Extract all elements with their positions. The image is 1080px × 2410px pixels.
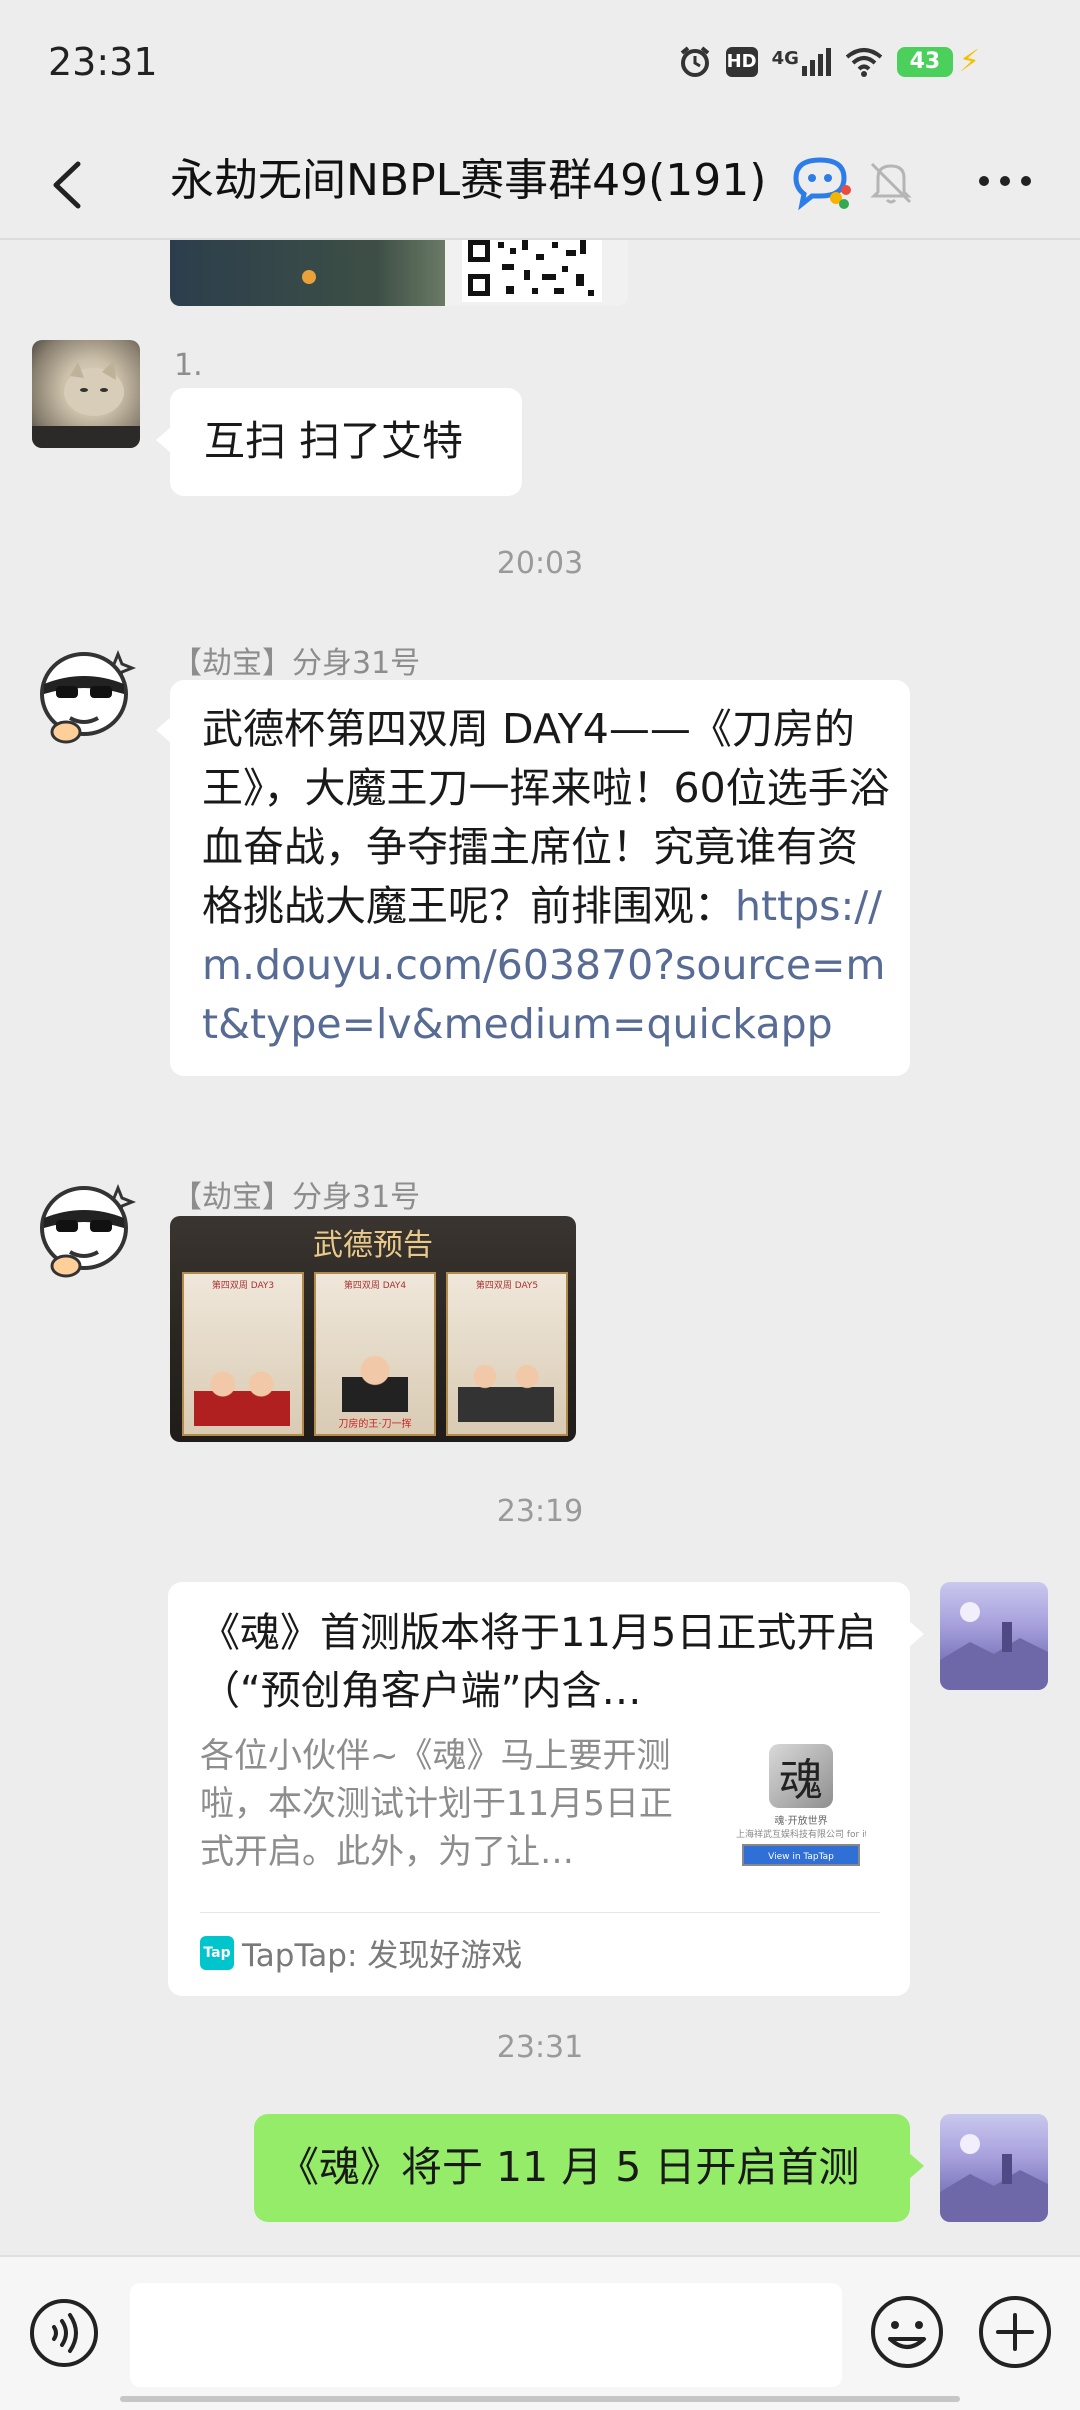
- card-description: 各位小伙伴~《魂》马上要开测啦，本次测试计划于11月5日正式开启。此外，为了让…: [200, 1736, 673, 1872]
- timestamp: 23:31: [496, 2030, 584, 2065]
- card-source: Tap TapTap: 发现好游戏: [200, 1930, 522, 1975]
- card-title: 《魂》首测版本将于11月5日正式开启（“预创角客户端”内含…: [200, 1610, 877, 1714]
- avatar-cat[interactable]: [32, 340, 140, 448]
- avatar-self[interactable]: [940, 2114, 1048, 2222]
- chat-header: 永劫无间NBPL赛事群49(191): [0, 130, 1080, 240]
- poster-title: 武德预告: [313, 1228, 433, 1263]
- message-bubble[interactable]: 互扫 扫了艾特: [156, 388, 522, 496]
- wifi-icon: [845, 47, 883, 77]
- battery-icon: 43: [896, 46, 953, 77]
- status-bar: 23:31 HD 4G 43 ⚡: [0, 0, 1080, 130]
- poster-panel: 第四双周 DAY3: [182, 1272, 304, 1436]
- message-list[interactable]: 1. 互扫 扫了艾特 20:03 【劫宝】分身31号 武德杯第四双周 DAY4—…: [0, 240, 1080, 2255]
- charging-icon: ⚡: [958, 44, 980, 79]
- input-bar: [0, 2255, 1080, 2410]
- qr-code-image: [462, 240, 602, 302]
- sender-name: 【劫宝】分身31号: [172, 1180, 421, 1215]
- message-text: 《魂》将于 11 月 5 日开启首测: [278, 2143, 860, 2191]
- card-source-label: TapTap: 发现好游戏: [242, 1938, 523, 1974]
- more-icon[interactable]: [970, 148, 1040, 214]
- voice-icon[interactable]: [28, 2297, 100, 2369]
- message-input[interactable]: [130, 2283, 842, 2387]
- status-time: 23:31: [48, 40, 158, 84]
- alarm-icon: [680, 45, 709, 77]
- sender-name: 【劫宝】分身31号: [172, 646, 421, 681]
- chat-title[interactable]: 永劫无间NBPL赛事群49(191): [170, 148, 766, 214]
- timestamp: 20:03: [496, 546, 584, 581]
- cellular-icon: 4G: [772, 47, 831, 76]
- hd-icon: HD: [725, 46, 758, 77]
- message-text: 互扫 扫了艾特: [204, 417, 464, 465]
- poster-panel: 第四双周 DAY4 刀房的王·刀一挥: [314, 1272, 436, 1436]
- plus-icon[interactable]: [976, 2293, 1054, 2371]
- poster-image-message[interactable]: 武德预告 第四双周 DAY3 第四双周 DAY4 刀房的王·刀一挥 第四双周 D…: [170, 1216, 576, 1442]
- emoji-icon[interactable]: [868, 2293, 946, 2371]
- message-bubble-self[interactable]: 《魂》将于 11 月 5 日开启首测: [254, 2114, 924, 2222]
- avatar-self[interactable]: [940, 1582, 1048, 1690]
- timestamp: 23:19: [496, 1494, 584, 1529]
- avatar-jiebao[interactable]: [32, 640, 140, 748]
- poster-panel: 第四双周 DAY5: [446, 1272, 568, 1436]
- back-icon[interactable]: [36, 152, 96, 218]
- home-indicator[interactable]: [120, 2396, 960, 2402]
- card-thumbnail: 魂 魂·开放世界 上海祥武互娱科技有限公司 for it View in Tap…: [736, 1740, 866, 1882]
- avatar-jiebao[interactable]: [32, 1174, 140, 1282]
- sender-name: 1.: [174, 348, 203, 383]
- message-bubble[interactable]: 武德杯第四双周 DAY4——《刀房的王》，大魔王刀一挥来啦！60位选手浴血奋战，…: [156, 680, 910, 1076]
- status-icons: HD 4G 43 ⚡: [678, 44, 980, 79]
- group-icon[interactable]: [790, 148, 852, 214]
- partial-image-message[interactable]: [170, 240, 628, 306]
- taptap-icon: Tap: [200, 1935, 234, 1970]
- mute-icon: [870, 162, 912, 204]
- card-divider: [200, 1912, 880, 1913]
- message-text: 武德杯第四双周 DAY4——《刀房的王》，大魔王刀一挥来啦！60位选手浴血奋战，…: [202, 700, 892, 1054]
- link-card-message[interactable]: 《魂》首测版本将于11月5日正式开启（“预创角客户端”内含… 各位小伙伴~《魂》…: [168, 1582, 924, 1996]
